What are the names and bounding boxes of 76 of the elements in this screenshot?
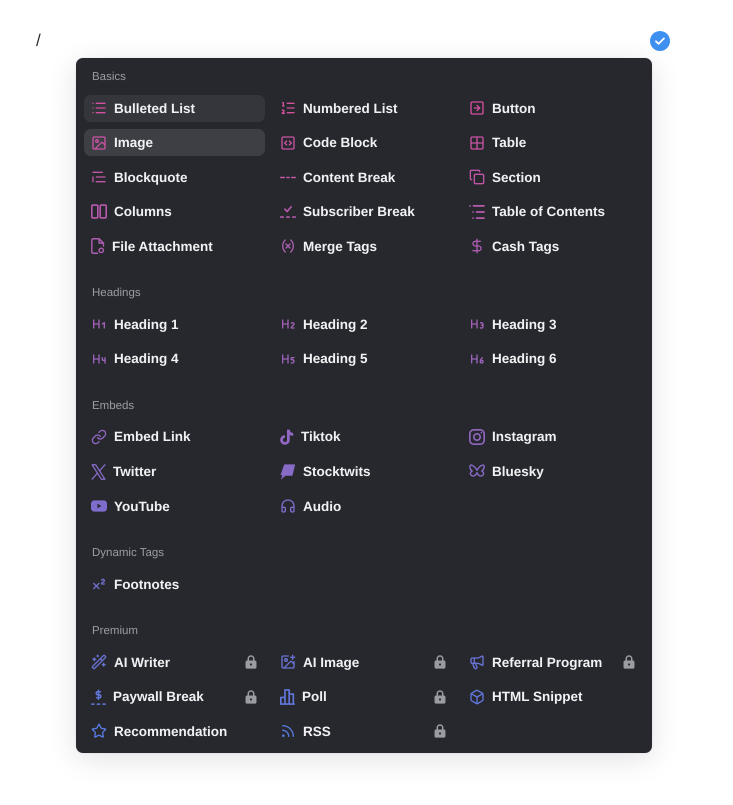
menu-item[interactable]: Heading 1: [84, 310, 265, 338]
menu-item[interactable]: AI Writer: [84, 648, 265, 676]
quote-icon: [91, 169, 107, 186]
indented-list-icon: [469, 204, 485, 219]
menu-item[interactable]: Stocktwits: [273, 458, 454, 486]
editor-text: /: [36, 30, 41, 52]
menu-item[interactable]: Referral Program: [462, 648, 643, 676]
superscript-icon: [91, 576, 107, 592]
cube-icon: [469, 688, 485, 705]
menu-item[interactable]: Heading 4: [84, 345, 265, 372]
menu-item[interactable]: Cash Tags: [462, 232, 643, 260]
menu-item[interactable]: Instagram: [462, 423, 643, 450]
image-plus-icon: [280, 654, 296, 670]
list-icon: [91, 100, 107, 116]
menu-item[interactable]: Heading 5: [273, 345, 454, 372]
menu-item[interactable]: Bluesky: [462, 458, 643, 486]
tiktok-logo-icon: [280, 428, 294, 445]
variable-icon: [280, 238, 296, 254]
menu-item[interactable]: Code Block: [273, 129, 454, 156]
menu-item[interactable]: Numbered List: [273, 94, 454, 122]
menu-item[interactable]: Twitter: [84, 458, 265, 486]
menu-item[interactable]: Button: [462, 94, 643, 122]
grid-icon: [469, 134, 485, 151]
columns-icon: [91, 204, 107, 220]
section-label: Basics: [91, 70, 126, 85]
star-icon: [91, 723, 107, 740]
menu-item[interactable]: Audio: [273, 492, 454, 520]
menu-item[interactable]: Embed Link: [84, 423, 265, 450]
menu-item[interactable]: Table of Contents: [462, 198, 643, 226]
x-logo-icon: [91, 464, 106, 480]
dollar-dashed-line-icon: [91, 688, 106, 705]
image-icon: [91, 134, 107, 151]
menu-item[interactable]: Heading 2: [273, 310, 454, 338]
headphones-icon: [280, 498, 296, 514]
code-icon: [280, 134, 296, 151]
menu-item[interactable]: Tiktok: [273, 423, 454, 450]
instagram-logo-icon: [469, 428, 485, 445]
dashed-line-icon: [280, 174, 296, 180]
menu-item[interactable]: Image: [84, 129, 265, 156]
menu-item[interactable]: Heading 3: [462, 310, 643, 338]
link-icon: [91, 428, 107, 445]
menu-item[interactable]: Columns: [84, 198, 265, 226]
menu-item[interactable]: Table: [462, 129, 643, 156]
menu-item[interactable]: Section: [462, 164, 643, 191]
menu-item[interactable]: Merge Tags: [273, 232, 454, 260]
menu-item[interactable]: Poll: [273, 683, 454, 710]
file-icon: [91, 238, 105, 254]
menu-item[interactable]: Subscriber Break: [273, 198, 454, 226]
bar-chart-icon: [280, 688, 295, 705]
menu-item[interactable]: Heading 6: [462, 345, 643, 372]
butterfly-icon: [469, 464, 485, 480]
menu-item[interactable]: RSS: [273, 718, 454, 745]
check-circle-icon: [650, 31, 670, 51]
section-label: Headings: [91, 286, 141, 302]
section-label: Premium: [91, 624, 138, 640]
youtube-logo-icon: [91, 500, 107, 512]
menu-item[interactable]: Recommendation: [84, 718, 265, 745]
section-label: Dynamic Tags: [91, 546, 164, 562]
menu-item[interactable]: Content Break: [273, 164, 454, 191]
section-label: Embeds: [91, 398, 134, 414]
menu-item[interactable]: HTML Snippet: [462, 683, 643, 710]
menu-item[interactable]: Paywall Break: [84, 683, 265, 710]
menu-item[interactable]: File Attachment: [84, 232, 265, 260]
menu-item[interactable]: Bulleted List: [84, 94, 265, 122]
rss-icon: [280, 723, 296, 740]
overlapping-squares-icon: [469, 169, 485, 186]
check-dashed-line-icon: [280, 204, 296, 220]
megaphone-icon: [469, 654, 485, 670]
arrow-square-icon: [469, 100, 485, 116]
wand-sparkles-icon: [91, 654, 107, 670]
menu-item[interactable]: YouTube: [84, 492, 265, 520]
menu-item[interactable]: Blockquote: [84, 164, 265, 191]
numbered-list-icon: [280, 100, 296, 116]
menu-item[interactable]: Footnotes: [84, 570, 265, 598]
chat-bubble-icon: [280, 464, 296, 480]
menu-item[interactable]: AI Image: [273, 648, 454, 676]
